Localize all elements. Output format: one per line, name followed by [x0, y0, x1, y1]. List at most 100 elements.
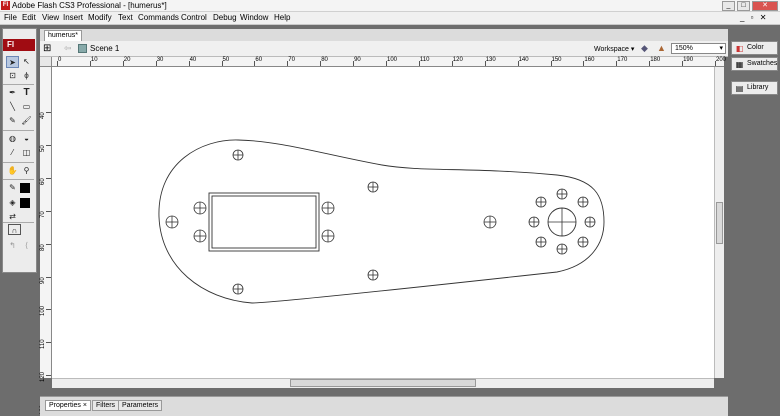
h-ruler-tick [649, 61, 651, 66]
back-arrow-icon[interactable]: ⇦ [64, 43, 72, 54]
h-ruler-tick [616, 61, 618, 66]
free-transform-tool-icon[interactable]: ⊡ [6, 70, 19, 82]
close-button[interactable]: ✕ [752, 1, 778, 11]
v-ruler-label: 90 [40, 276, 46, 284]
vertical-scroll-thumb[interactable] [716, 202, 723, 244]
h-ruler-label: 20 [123, 57, 131, 63]
menu-text[interactable]: Text [118, 13, 133, 22]
menu-commands[interactable]: Commands [138, 13, 179, 22]
zoom-select[interactable]: 150% ▾ [671, 43, 726, 54]
h-ruler-label: 10 [90, 57, 98, 63]
snap-to-objects-icon[interactable]: ∩ [8, 224, 21, 235]
pen-tool-icon[interactable]: ✒ [6, 87, 19, 99]
smooth-icon[interactable]: ↰ [6, 240, 19, 252]
h-ruler-tick [57, 61, 58, 66]
menu-modify[interactable]: Modify [88, 13, 112, 22]
inner-window [211, 195, 317, 249]
v-ruler-label: 50 [40, 145, 46, 152]
v-ruler-tick [46, 177, 51, 179]
edit-symbols-icon[interactable]: ◆ [641, 43, 653, 54]
zoom-tool-icon[interactable]: ⚲ [20, 165, 33, 177]
h-ruler-tick [155, 61, 157, 66]
fill-color-swatch[interactable] [20, 198, 30, 208]
scene-icon [78, 44, 87, 53]
h-ruler-label: 110 [419, 57, 430, 63]
panel-swatches[interactable]: ▦ Swatches [731, 57, 778, 71]
h-ruler-label: 130 [485, 57, 496, 63]
h-ruler-tick [221, 61, 223, 66]
document-window-controls[interactable]: _ ▫ ✕ [740, 13, 768, 22]
scene-label[interactable]: Scene 1 [90, 44, 119, 53]
v-ruler-label: 100 [40, 306, 46, 317]
h-ruler-tick [583, 61, 585, 66]
selection-tool-icon[interactable]: ➤ [6, 56, 19, 68]
h-ruler-tick [320, 61, 322, 66]
menu-control[interactable]: Control [181, 13, 207, 22]
outer-window [208, 192, 320, 252]
h-ruler-tick [484, 61, 486, 66]
maximize-button[interactable]: □ [737, 1, 750, 11]
menu-help[interactable]: Help [274, 13, 290, 22]
menu-insert[interactable]: Insert [63, 13, 83, 22]
h-ruler-tick [715, 61, 716, 66]
h-ruler-label: 120 [452, 57, 463, 63]
tab-filters[interactable]: Filters [92, 400, 120, 411]
h-ruler-label: 100 [387, 57, 398, 63]
color-icon: ◧ [735, 44, 744, 53]
app-logo: Fl [1, 1, 10, 10]
pencil-tool-icon[interactable]: ✎ [6, 115, 19, 127]
brush-tool-icon[interactable]: 🖌 [20, 115, 33, 127]
ruler-corner [40, 57, 52, 67]
toolbox-badge: Fl [3, 39, 35, 51]
panel-library[interactable]: ▤ Library [731, 81, 778, 95]
document-tabs: humerus* [40, 29, 728, 41]
v-ruler-label: 60 [40, 178, 46, 185]
menu-edit[interactable]: Edit [22, 13, 36, 22]
lasso-tool-icon[interactable]: ϕ [20, 70, 33, 82]
v-ruler-tick [46, 342, 51, 344]
h-ruler-label: 80 [321, 57, 328, 63]
h-ruler-label: 90 [354, 57, 361, 63]
line-tool-icon[interactable]: ╲ [6, 101, 19, 113]
v-ruler-tick [46, 210, 51, 212]
stage[interactable] [52, 67, 714, 378]
rectangle-tool-icon[interactable]: ▭ [20, 101, 33, 113]
hand-tool-icon[interactable]: ✋ [6, 165, 19, 177]
timeline-toggle-icon[interactable]: ⊞ [43, 43, 55, 55]
menu-file[interactable]: File [4, 13, 17, 22]
h-ruler-tick [353, 61, 355, 66]
eyedropper-tool-icon[interactable]: ⁄ [6, 147, 19, 159]
stroke-color-swatch[interactable] [20, 183, 30, 193]
horizontal-scroll-thumb[interactable] [290, 379, 476, 387]
part-outline [158, 139, 605, 304]
panel-color[interactable]: ◧ Color [731, 41, 778, 55]
ink-bottle-tool-icon[interactable]: ◍ [6, 133, 19, 145]
h-ruler-tick [254, 61, 256, 66]
subselection-tool-icon[interactable]: ↖ [20, 56, 33, 68]
menu-debug[interactable]: Debug [213, 13, 237, 22]
h-ruler-label: 140 [518, 57, 529, 63]
document-tab[interactable]: humerus* [44, 30, 82, 41]
h-ruler-label: 0 [58, 57, 62, 63]
workspace-menu[interactable]: Workspace ▾ [594, 45, 634, 53]
menu-window[interactable]: Window [240, 13, 268, 22]
minimize-button[interactable]: _ [722, 1, 735, 11]
h-ruler-tick [287, 61, 289, 66]
h-ruler-label: 170 [617, 57, 628, 63]
stroke-color-icon[interactable]: ✎ [6, 182, 19, 194]
tab-parameters[interactable]: Parameters [118, 400, 163, 411]
h-ruler-label: 60 [255, 57, 263, 63]
paint-bucket-tool-icon[interactable]: ◒ [20, 133, 33, 145]
straighten-icon[interactable]: ⟨ [20, 240, 33, 252]
edit-scene-icon[interactable]: ▲ [657, 43, 669, 54]
menu-view[interactable]: View [42, 13, 59, 22]
h-ruler-label: 40 [189, 57, 197, 63]
v-ruler-tick [46, 276, 51, 278]
h-ruler-label: 50 [222, 57, 230, 63]
h-ruler-tick [682, 61, 684, 66]
text-tool-icon[interactable]: T [20, 87, 33, 99]
eraser-tool-icon[interactable]: ◫ [20, 147, 33, 159]
h-ruler-tick [386, 61, 387, 66]
tab-properties[interactable]: Properties × [45, 400, 91, 411]
fill-color-icon[interactable]: ◈ [6, 197, 19, 209]
